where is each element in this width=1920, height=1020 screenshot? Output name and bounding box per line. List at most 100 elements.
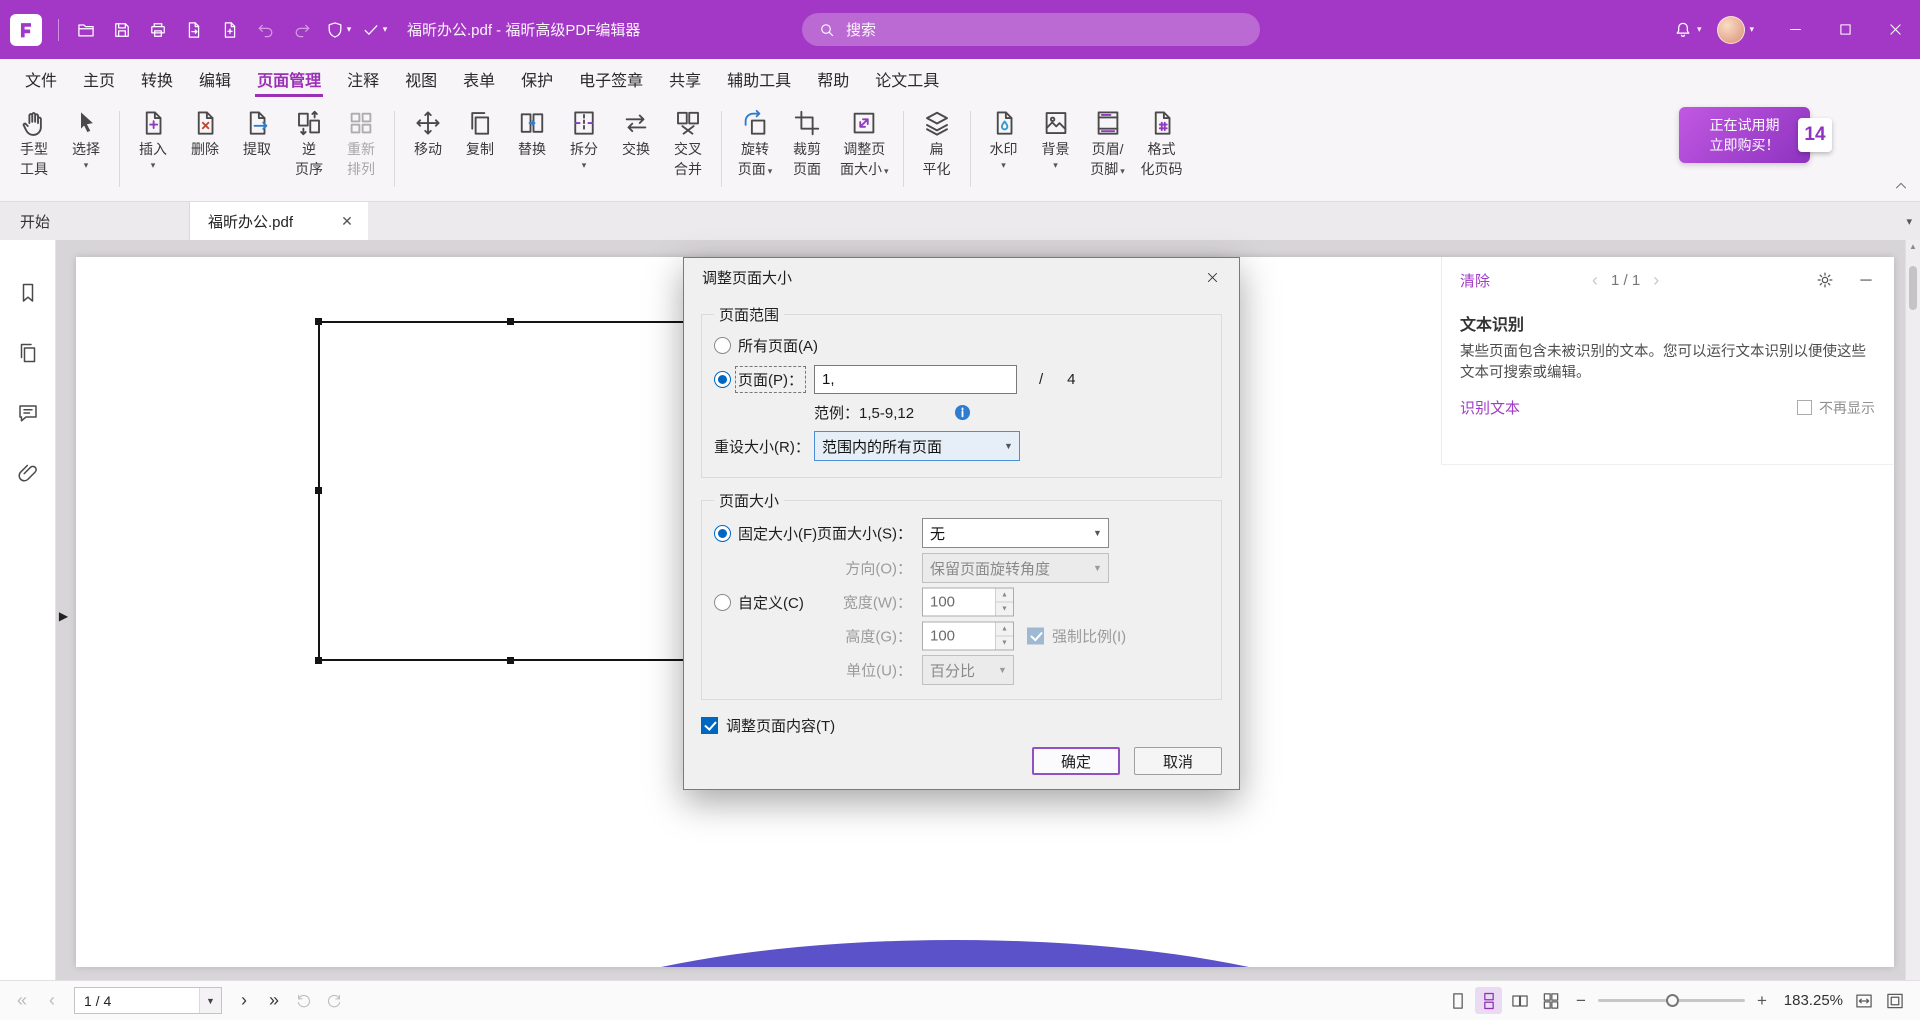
ribbon-item-background[interactable]: 背景▾ <box>1030 105 1082 201</box>
ribbon-item-move[interactable]: 移动 <box>402 105 454 201</box>
fit-page-button[interactable] <box>1881 987 1908 1014</box>
dialog-titlebar[interactable]: 调整页面大小 <box>684 258 1239 296</box>
folder-open-button[interactable] <box>69 13 103 47</box>
resize-handle[interactable] <box>315 318 322 325</box>
collapse-panel-icon[interactable] <box>1857 271 1875 289</box>
resize-handle[interactable] <box>315 657 322 664</box>
all-pages-label[interactable]: 所有页面(A) <box>738 335 818 356</box>
ribbon-item-insert[interactable]: 插入▾ <box>127 105 179 201</box>
tab-close-icon[interactable]: ✕ <box>336 210 358 232</box>
page-size-select[interactable]: 无 ▼ <box>922 518 1109 548</box>
menu-编辑[interactable]: 编辑 <box>186 59 244 98</box>
fit-width-button[interactable] <box>1850 987 1877 1014</box>
ribbon-item-extract[interactable]: 提取 <box>231 105 283 201</box>
all-pages-radio[interactable] <box>714 337 731 354</box>
zoom-out-button[interactable]: − <box>1571 991 1591 1011</box>
panel-bookmark-button[interactable] <box>13 278 43 308</box>
new-doc-button[interactable] <box>213 13 247 47</box>
panel-pages-button[interactable] <box>13 338 43 368</box>
next-page-button[interactable]: › <box>230 987 258 1015</box>
menu-论文工具[interactable]: 论文工具 <box>862 59 952 98</box>
menu-文件[interactable]: 文件 <box>12 59 70 98</box>
panel-comment-button[interactable] <box>13 398 43 428</box>
custom-size-radio[interactable] <box>714 594 731 611</box>
ribbon-item-hand[interactable]: 手型工具 <box>8 105 60 201</box>
zoom-slider-knob[interactable] <box>1666 994 1679 1007</box>
dialog-close-button[interactable] <box>1195 262 1229 292</box>
zoom-slider[interactable] <box>1598 988 1745 1014</box>
ribbon-item-swap[interactable]: 交换 <box>610 105 662 201</box>
page-facing-cont-button[interactable] <box>1537 987 1564 1014</box>
ribbon-item-crossmerge[interactable]: 交叉合并 <box>662 105 714 201</box>
maximize-button[interactable] <box>1820 0 1870 59</box>
menu-注释[interactable]: 注释 <box>334 59 392 98</box>
app-logo[interactable] <box>10 14 42 46</box>
ribbon-item-pagenumber[interactable]: 格式化页码 <box>1134 105 1190 201</box>
scroll-up-icon[interactable]: ▲ <box>1906 242 1920 251</box>
menu-转换[interactable]: 转换 <box>128 59 186 98</box>
pages-label[interactable]: 页面(P)： <box>738 369 803 390</box>
tab-document-active[interactable]: 福昕办公.pdf ✕ <box>190 202 368 240</box>
menu-页面管理[interactable]: 页面管理 <box>244 59 334 98</box>
page-single-button[interactable] <box>1444 987 1471 1014</box>
collapse-ribbon-button[interactable] <box>1892 177 1910 195</box>
ribbon-item-replace[interactable]: 替换 <box>506 105 558 201</box>
menu-电子签章[interactable]: 电子签章 <box>566 59 656 98</box>
pages-radio[interactable] <box>714 371 731 388</box>
menu-保护[interactable]: 保护 <box>508 59 566 98</box>
ribbon-item-delete[interactable]: 删除 <box>179 105 231 201</box>
ribbon-item-crop[interactable]: 裁剪页面 <box>781 105 833 201</box>
expand-panel-handle[interactable]: ▶ <box>56 602 71 630</box>
menu-视图[interactable]: 视图 <box>392 59 450 98</box>
vertical-scrollbar[interactable]: ▲ <box>1905 240 1920 980</box>
pages-range-input[interactable] <box>814 365 1017 394</box>
tab-list-button[interactable]: ▾ <box>1906 202 1912 240</box>
dont-show-checkbox[interactable] <box>1797 400 1812 415</box>
ribbon-item-resize[interactable]: 调整页面大小▾ <box>833 105 896 201</box>
resize-scope-select[interactable]: 范围内的所有页面 ▼ <box>814 431 1020 461</box>
custom-size-label[interactable]: 自定义(C) <box>738 592 804 613</box>
resize-handle[interactable] <box>507 657 514 664</box>
menu-共享[interactable]: 共享 <box>656 59 714 98</box>
ribbon-item-split[interactable]: 拆分▾ <box>558 105 610 201</box>
trial-buy-button[interactable]: 正在试用期 立即购买！ <box>1679 107 1810 163</box>
menu-辅助工具[interactable]: 辅助工具 <box>714 59 804 98</box>
adjust-content-checkbox[interactable] <box>701 717 718 734</box>
info-icon[interactable] <box>952 402 973 423</box>
ribbon-item-copy[interactable]: 复制 <box>454 105 506 201</box>
scrollbar-thumb[interactable] <box>1909 266 1917 310</box>
fixed-size-label[interactable]: 固定大小(F) <box>738 523 817 544</box>
notifications-button[interactable]: ▾ <box>1673 20 1702 40</box>
ribbon-item-select[interactable]: 选择▾ <box>60 105 112 201</box>
save-button[interactable] <box>105 13 139 47</box>
ribbon-item-rotate[interactable]: 旋转页面▾ <box>729 105 781 201</box>
close-button[interactable] <box>1870 0 1920 59</box>
recognize-text-link[interactable]: 识别文本 <box>1460 397 1520 418</box>
zoom-in-button[interactable]: + <box>1752 991 1772 1011</box>
resize-handle[interactable] <box>507 318 514 325</box>
tab-start[interactable]: 开始 <box>0 202 190 240</box>
last-page-button[interactable]: » <box>260 987 288 1015</box>
adjust-content-label[interactable]: 调整页面内容(T) <box>726 715 835 736</box>
ribbon-item-reverse[interactable]: 逆页序 <box>283 105 335 201</box>
panel-attachment-button[interactable] <box>13 458 43 488</box>
ribbon-item-headerfooter[interactable]: 页眉/页脚▾ <box>1082 105 1134 201</box>
page-continuous-button[interactable] <box>1475 987 1502 1014</box>
export-doc-button[interactable] <box>177 13 211 47</box>
cancel-button[interactable]: 取消 <box>1134 747 1222 775</box>
clear-button[interactable]: 清除 <box>1460 270 1490 291</box>
print-button[interactable] <box>141 13 175 47</box>
page-facing-button[interactable] <box>1506 987 1533 1014</box>
ribbon-item-watermark[interactable]: 水印▾ <box>978 105 1030 201</box>
fixed-size-radio[interactable] <box>714 525 731 542</box>
rectangle-annotation[interactable] <box>318 321 703 661</box>
checkmark-button[interactable]: ▾ <box>357 13 391 47</box>
gear-icon[interactable] <box>1815 270 1835 290</box>
page-number-combo[interactable]: 1 / 4 ▼ <box>74 987 222 1014</box>
minimize-button[interactable] <box>1770 0 1820 59</box>
menu-主页[interactable]: 主页 <box>70 59 128 98</box>
search-input[interactable]: 搜索 <box>802 13 1260 46</box>
chevron-down-icon[interactable]: ▼ <box>199 988 221 1013</box>
ok-button[interactable]: 确定 <box>1032 747 1120 775</box>
dont-show-again[interactable]: 不再显示 <box>1797 398 1875 418</box>
